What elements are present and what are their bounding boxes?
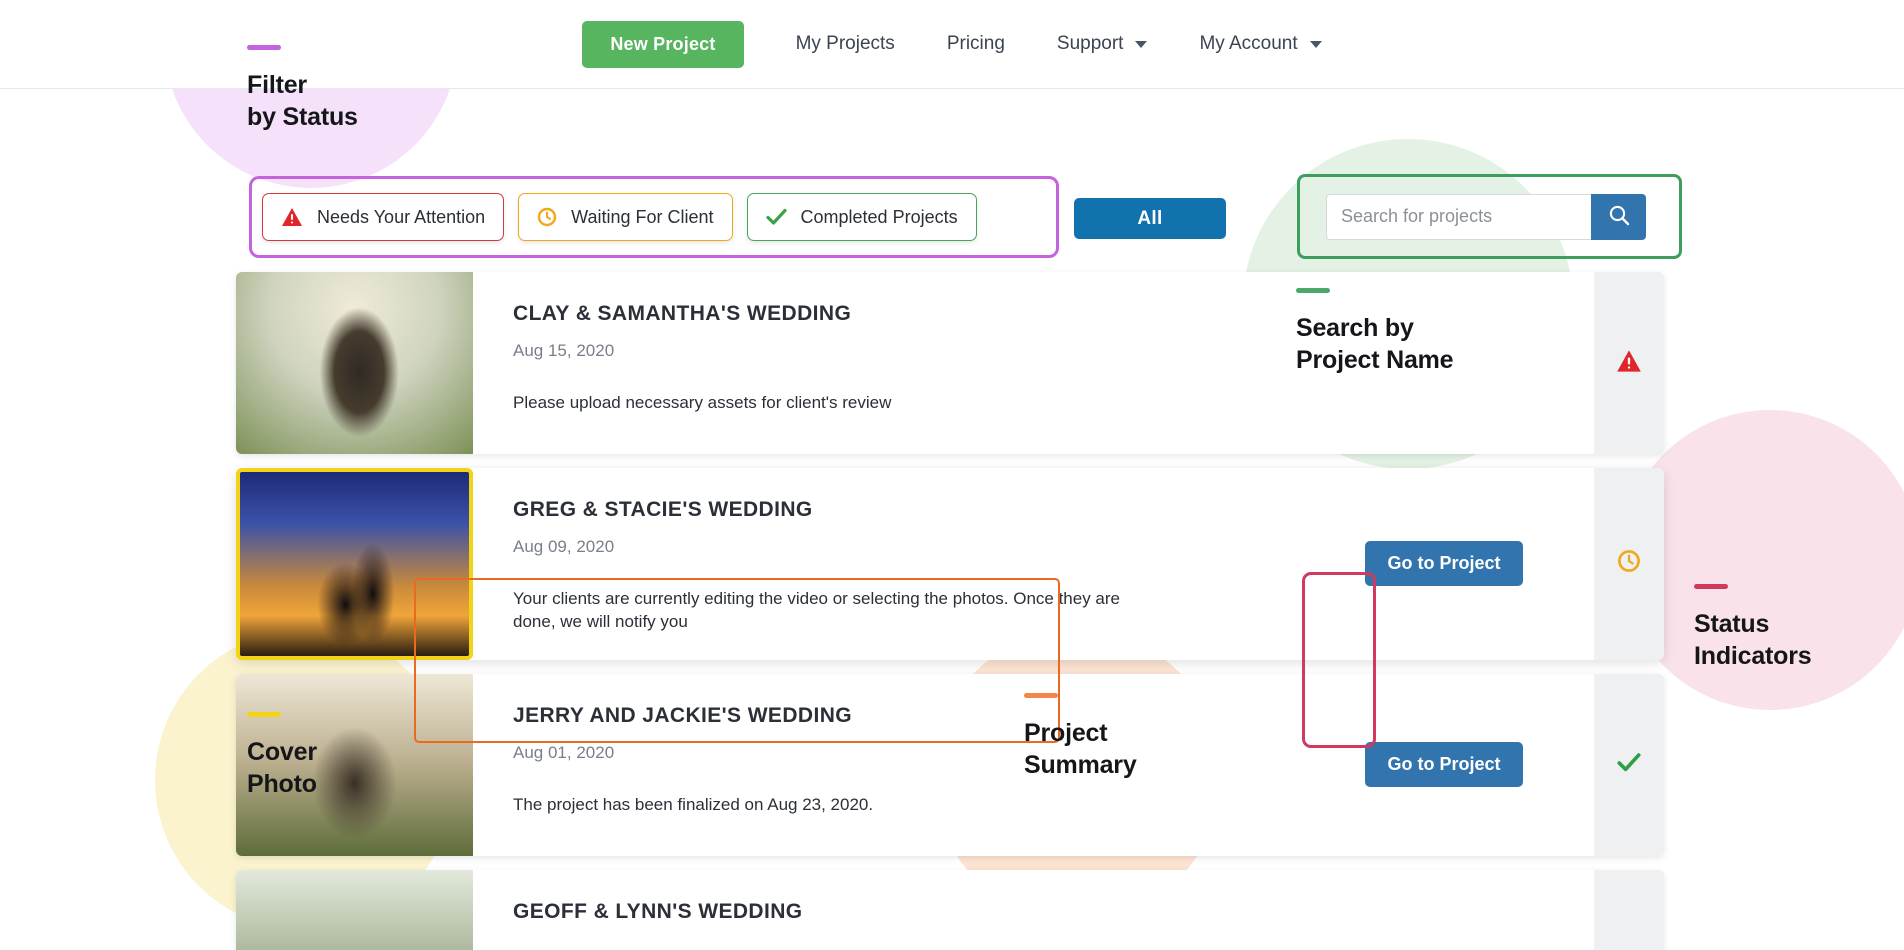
search-button[interactable] xyxy=(1591,193,1646,240)
project-action-cell xyxy=(1294,870,1594,950)
project-summary: CLAY & SAMANTHA'S WEDDING Aug 15, 2020 P… xyxy=(473,272,1294,454)
project-title: CLAY & SAMANTHA'S WEDDING xyxy=(513,302,852,325)
annotation-dash xyxy=(1694,584,1728,589)
filter-label: Needs Your Attention xyxy=(317,206,486,227)
project-action-cell: Go to Project xyxy=(1294,674,1594,856)
filter-bar: Needs Your Attention Waiting For Client … xyxy=(262,187,1046,247)
warning-triangle-icon xyxy=(1616,349,1642,378)
table-row[interactable]: GREG & STACIE'S WEDDING Aug 09, 2020 You… xyxy=(236,468,1664,748)
search-input[interactable] xyxy=(1326,193,1591,240)
table-row[interactable]: JERRY AND JACKIE'S WEDDING Aug 01, 2020 … xyxy=(236,673,1664,856)
annotation-dash xyxy=(247,712,281,717)
filter-label: Completed Projects xyxy=(800,206,958,227)
annotation-label: Cover Photo xyxy=(247,738,317,798)
cover-photo[interactable] xyxy=(236,272,473,454)
annotation-label: Filter by Status xyxy=(247,71,358,131)
project-title: GEOFF & LYNN'S WEDDING xyxy=(513,899,803,923)
clock-icon xyxy=(537,207,557,227)
nav-link-label: My Projects xyxy=(795,33,895,54)
filter-waiting-for-client[interactable]: Waiting For Client xyxy=(518,193,733,241)
annotation-status-indicators: Status Indicators xyxy=(1694,584,1812,672)
annotation-dash xyxy=(247,45,281,50)
annotation-project-summary: Project Summary xyxy=(1024,693,1137,781)
project-summary: GEOFF & LYNN'S WEDDING xyxy=(473,870,1294,950)
project-summary: JERRY AND JACKIE'S WEDDING Aug 01, 2020 … xyxy=(473,674,1294,856)
project-description: Please upload necessary assets for clien… xyxy=(513,393,892,412)
table-row[interactable]: GEOFF & LYNN'S WEDDING xyxy=(236,869,1664,950)
search-box xyxy=(1326,193,1646,240)
status-badge xyxy=(1594,869,1664,950)
clock-icon xyxy=(1617,549,1641,578)
cover-photo[interactable] xyxy=(236,869,473,950)
check-icon xyxy=(765,208,787,226)
annotation-filter-by-status: Filter by Status xyxy=(247,45,358,133)
chevron-down-icon xyxy=(1309,40,1322,48)
new-project-button[interactable]: New Project xyxy=(582,20,744,68)
project-date: Aug 01, 2020 xyxy=(513,742,615,762)
annotation-label: Search by Project Name xyxy=(1296,314,1454,374)
status-badge xyxy=(1594,673,1664,856)
nav-link-label: Pricing xyxy=(946,33,1005,54)
nav-link-label: Support xyxy=(1056,33,1124,54)
annotation-cover-photo: Cover Photo xyxy=(247,712,317,800)
search-icon xyxy=(1608,204,1630,229)
project-title: GREG & STACIE'S WEDDING xyxy=(513,498,813,521)
project-description: The project has been finalized on Aug 23… xyxy=(513,794,874,814)
project-date: Aug 15, 2020 xyxy=(513,341,615,360)
cover-photo[interactable] xyxy=(236,468,473,660)
project-title: JERRY AND JACKIE'S WEDDING xyxy=(513,703,852,727)
project-summary: GREG & STACIE'S WEDDING Aug 09, 2020 You… xyxy=(473,468,1294,660)
filter-needs-your-attention[interactable]: Needs Your Attention xyxy=(262,193,505,241)
filter-bar-highlight: Needs Your Attention Waiting For Client … xyxy=(249,176,1059,258)
filter-all-button[interactable]: All xyxy=(1074,198,1226,239)
status-badge xyxy=(1594,468,1664,660)
go-to-project-button[interactable]: Go to Project xyxy=(1365,541,1523,587)
annotation-dash xyxy=(1296,288,1330,293)
project-action-cell: Go to Project xyxy=(1294,468,1594,660)
status-badge xyxy=(1594,272,1664,454)
check-icon xyxy=(1617,752,1641,778)
project-description: Your clients are currently editing the v… xyxy=(513,589,1121,632)
nav-link-label: My Account xyxy=(1199,33,1298,54)
nav-link-my-projects[interactable]: My Projects xyxy=(796,23,895,65)
project-date: Aug 09, 2020 xyxy=(513,537,615,556)
filter-label: Waiting For Client xyxy=(571,206,714,227)
annotation-search-by-project-name: Search by Project Name xyxy=(1296,288,1454,376)
search-highlight xyxy=(1297,174,1682,259)
page-root: New Project My Projects Pricing Support … xyxy=(0,0,1904,950)
nav-link-support[interactable]: Support xyxy=(1057,23,1148,65)
annotation-label: Project Summary xyxy=(1024,719,1137,779)
annotation-dash xyxy=(1024,693,1058,698)
warning-triangle-icon xyxy=(281,207,303,227)
filter-completed-projects[interactable]: Completed Projects xyxy=(746,193,977,241)
chevron-down-icon xyxy=(1135,40,1148,48)
nav-link-my-account[interactable]: My Account xyxy=(1199,23,1322,65)
go-to-project-button[interactable]: Go to Project xyxy=(1365,742,1523,788)
annotation-label: Status Indicators xyxy=(1694,610,1812,670)
nav-link-pricing[interactable]: Pricing xyxy=(947,23,1005,65)
